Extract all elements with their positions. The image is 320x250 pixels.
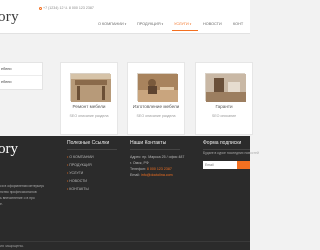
card-description: SEO описание раздела <box>69 114 109 118</box>
footer-divider <box>67 149 117 150</box>
chevron-down-icon: ▾ <box>124 22 127 26</box>
nav-contacts[interactable]: КОНТ <box>233 22 243 26</box>
nav-active-indicator <box>172 30 198 31</box>
subscribe-submit-button[interactable] <box>237 161 250 169</box>
copyright-text: ия защищены. <box>0 244 25 248</box>
contact-email: Email: info@doctolina.com <box>130 173 173 177</box>
footer-link-label: УСЛУГИ <box>69 171 84 175</box>
card-description: SEO описание <box>211 114 237 118</box>
footer-link-news[interactable]: •НОВОСТИ <box>67 179 87 183</box>
footer-about-line: е. <box>0 202 3 206</box>
contact-email-value[interactable]: info@doctolina.com <box>141 173 173 177</box>
card-title: Ремонт мебели <box>72 104 106 109</box>
sidebar-menu: ебели ебели <box>0 62 43 90</box>
card-title: Изготовление мебели <box>132 104 180 109</box>
contact-phone-label: Телефон: <box>130 167 146 171</box>
sidebar-item[interactable]: ебели <box>0 76 42 89</box>
footer-bottom-divider <box>0 241 250 242</box>
subscribe-text: Будьте в курсе последних новостей <box>203 151 259 155</box>
nav-services[interactable]: УСЛУГИ▾ <box>174 22 191 26</box>
header-phone-text: +7 (1234) 12 Ч. 8 000 123 2387 <box>43 6 94 10</box>
footer-link-label: ПРОДУКЦИЯ <box>69 163 92 167</box>
nav-about-label: О КОМПАНИИ <box>98 22 124 26</box>
chevron-down-icon: ▾ <box>189 22 192 26</box>
nav-about[interactable]: О КОМПАНИИ▾ <box>98 22 126 26</box>
card-title: Гаранти <box>215 104 233 109</box>
footer-link-label: О КОМПАНИИ <box>69 155 94 159</box>
footer-subscribe-heading: Форма подписки <box>203 140 242 146</box>
footer-link-label: НОВОСТИ <box>69 179 87 183</box>
footer-divider <box>203 149 250 150</box>
card-description: SEO описание раздела <box>136 114 176 118</box>
nav-news-label: НОВОСТИ <box>203 22 222 26</box>
footer-link-label: КОНТАКТЫ <box>69 187 89 191</box>
footer-link-about[interactable]: •О КОМПАНИИ <box>67 155 94 159</box>
nav-contacts-label: КОНТ <box>233 22 244 26</box>
footer-links-heading: Полезные Ссылки <box>67 140 110 146</box>
service-card-warranty[interactable]: Гаранти SEO описание <box>195 62 253 135</box>
footer-link-services[interactable]: •УСЛУГИ <box>67 171 83 175</box>
footer-link-products[interactable]: •ПРОДУКЦИЯ <box>67 163 92 167</box>
footer-about: ся в оформлении интерьера нство професси… <box>0 183 44 207</box>
phone-icon <box>39 6 42 10</box>
site-footer: ory ся в оформлении интерьера нство проф… <box>0 136 259 250</box>
header-phone: +7 (1234) 12 Ч. 8 000 123 2387 <box>39 6 94 10</box>
card-image <box>70 73 111 102</box>
contact-address-label: Адрес: <box>130 155 142 159</box>
nav-products[interactable]: ПРОДУКЦИЯ▾ <box>137 22 163 26</box>
service-card-manufacturing[interactable]: Изготовление мебели SEO описание раздела <box>127 62 185 135</box>
nav-services-label: УСЛУГИ <box>174 22 189 26</box>
nav-products-label: ПРОДУКЦИЯ <box>137 22 161 26</box>
footer-link-contacts[interactable]: •КОНТАКТЫ <box>67 187 89 191</box>
service-card-repair[interactable]: Ремонт мебели SEO описание раздела <box>60 62 118 135</box>
contact-phone: Телефон: 8 000 123 2387 <box>130 167 172 171</box>
card-image <box>205 73 246 102</box>
footer-contacts-heading: Наши Контакты <box>130 140 167 146</box>
card-image <box>137 73 178 102</box>
chevron-down-icon: ▾ <box>161 22 164 26</box>
contact-address: Адрес: пр. Маркса 25 / офис 487 <box>130 155 184 159</box>
footer-logo[interactable]: ory <box>0 141 18 158</box>
sidebar-item[interactable]: ебели <box>0 63 42 76</box>
footer-divider <box>130 149 180 150</box>
nav-news[interactable]: НОВОСТИ <box>203 22 222 26</box>
site-header: ory +7 (1234) 12 Ч. 8 000 123 2387 О КОМ… <box>0 0 250 34</box>
main-nav: О КОМПАНИИ▾ ПРОДУКЦИЯ▾ УСЛУГИ▾ НОВОСТИ К… <box>0 22 250 28</box>
contact-email-label: Email: <box>130 173 140 177</box>
contact-city: г. Омск, РФ <box>130 161 149 165</box>
contact-phone-value[interactable]: 8 000 123 2387 <box>147 167 172 171</box>
subscribe-email-input[interactable] <box>203 161 237 169</box>
contact-address-value: пр. Маркса 25 / офис 487 <box>142 155 185 159</box>
